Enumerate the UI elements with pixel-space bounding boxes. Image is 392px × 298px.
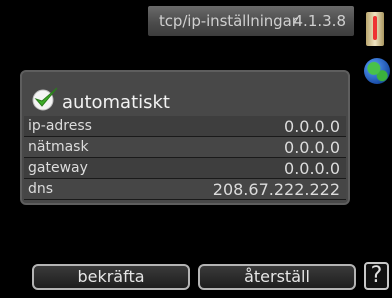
row-value: 0.0.0.0 (284, 159, 340, 178)
ip-address-row[interactable]: ip-adress 0.0.0.0 (24, 116, 346, 137)
page-title: tcp/ip-inställningar (159, 12, 298, 30)
row-value: 0.0.0.0 (284, 117, 340, 136)
thermometer-icon (366, 12, 384, 46)
row-label: nätmask (28, 139, 89, 155)
row-label: ip-adress (28, 118, 92, 134)
netmask-row[interactable]: nätmask 0.0.0.0 (24, 137, 346, 158)
checkmark-icon[interactable] (30, 84, 60, 114)
settings-list: ip-adress 0.0.0.0 nätmask 0.0.0.0 gatewa… (24, 116, 346, 200)
row-label: dns (28, 181, 54, 197)
row-value: 0.0.0.0 (284, 138, 340, 157)
menu-code: 4.1.3.8 (293, 12, 346, 30)
row-label: gateway (28, 160, 88, 176)
row-value: 208.67.222.222 (212, 180, 340, 199)
confirm-button[interactable]: bekräfta (32, 264, 190, 290)
dns-row[interactable]: dns 208.67.222.222 (24, 179, 346, 200)
reset-button[interactable]: återställ (198, 264, 356, 290)
help-button[interactable]: ? (364, 262, 389, 290)
automatic-label: automatiskt (62, 92, 170, 113)
tcpip-settings-panel: automatiskt ip-adress 0.0.0.0 nätmask 0.… (20, 70, 350, 205)
page-header: tcp/ip-inställningar 4.1.3.8 (148, 6, 354, 36)
globe-icon (364, 58, 390, 84)
gateway-row[interactable]: gateway 0.0.0.0 (24, 158, 346, 179)
